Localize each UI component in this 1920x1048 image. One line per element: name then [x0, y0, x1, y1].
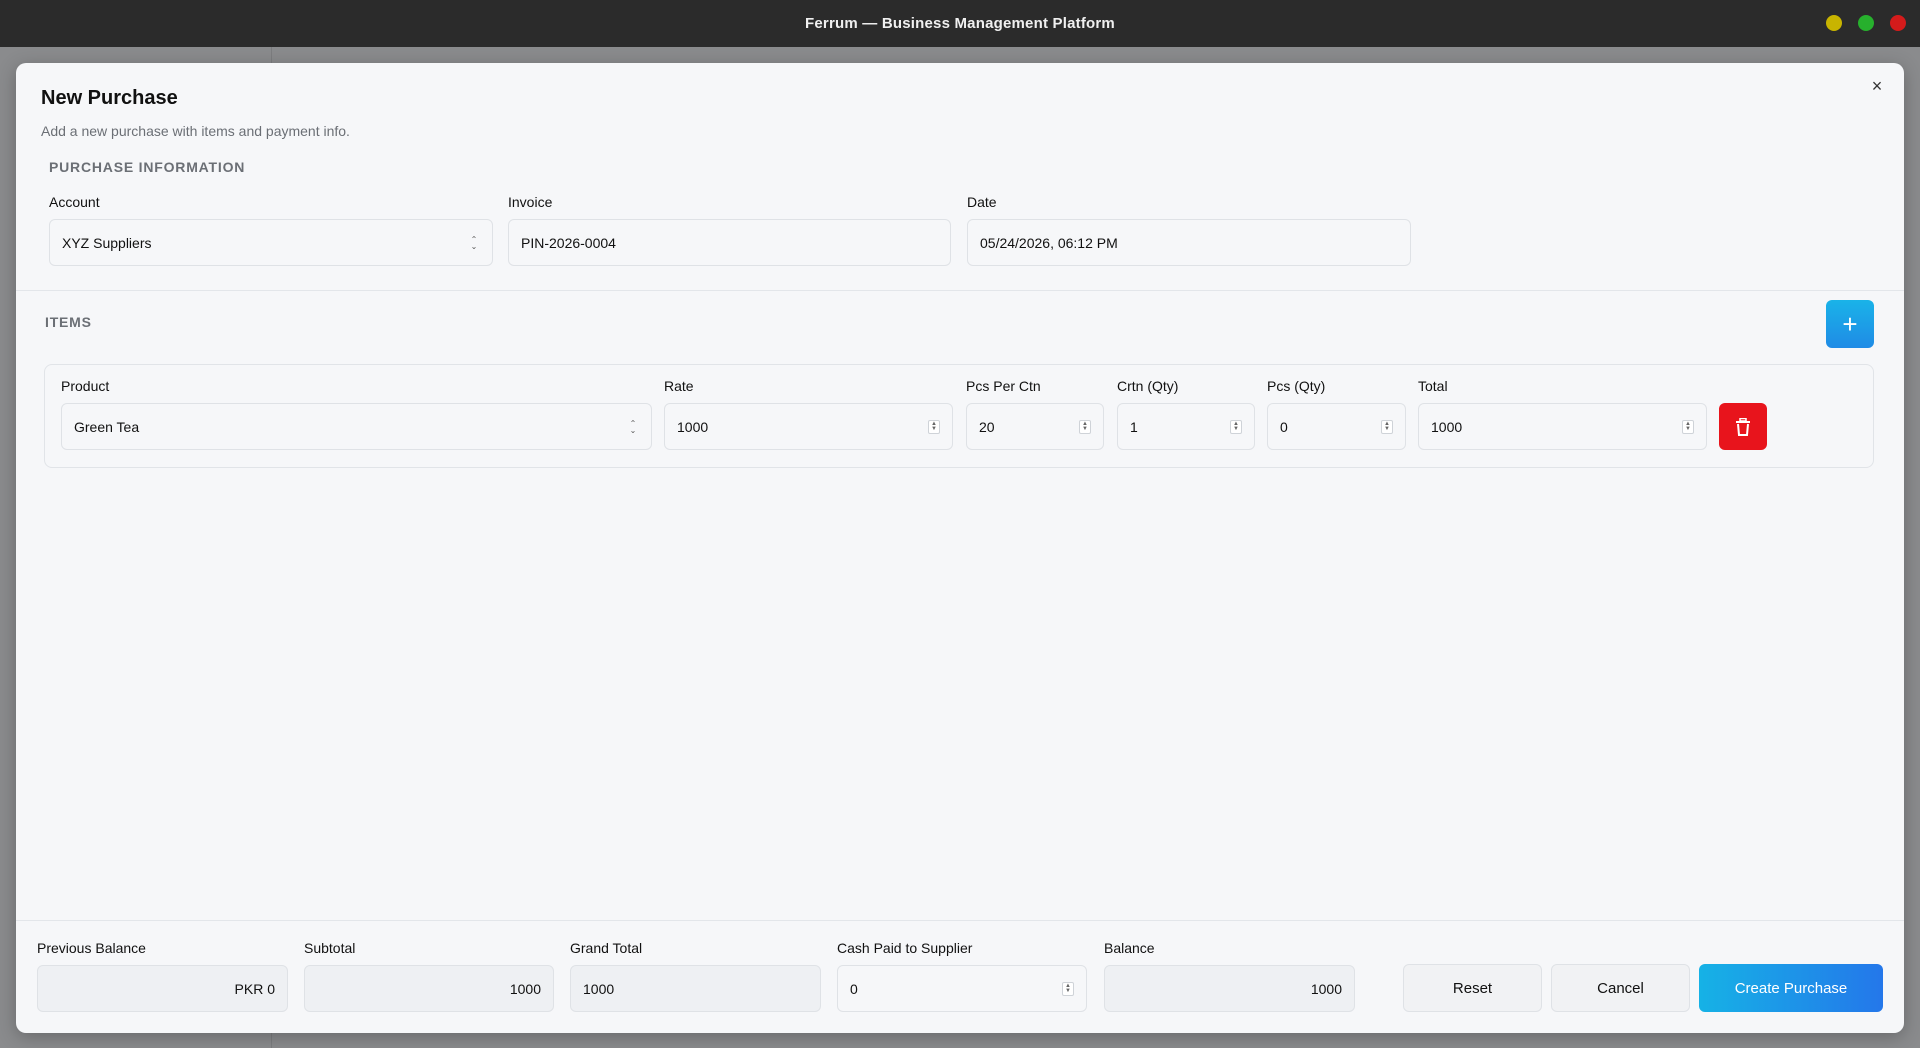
- invoice-label: Invoice: [508, 194, 553, 210]
- grand-total-value: 1000: [583, 980, 615, 997]
- crtn-qty-value: 1: [1130, 418, 1138, 435]
- window-titlebar: Ferrum — Business Management Platform: [0, 0, 1920, 47]
- minimize-button[interactable]: [1826, 15, 1842, 31]
- new-purchase-dialog: × New Purchase Add a new purchase with i…: [16, 63, 1904, 1033]
- crtn-qty-column-label: Crtn (Qty): [1117, 378, 1179, 394]
- pcs-per-ctn-input[interactable]: 20 ▲ ▼: [966, 403, 1104, 450]
- close-window-button[interactable]: [1890, 15, 1906, 31]
- chevron-up-down-icon: ⌃ ⌄: [470, 234, 478, 251]
- footer-divider: [16, 920, 1904, 921]
- number-stepper-icon[interactable]: ▲ ▼: [1079, 419, 1091, 434]
- product-column-label: Product: [61, 378, 110, 394]
- subtotal-value: 1000: [509, 980, 541, 997]
- number-stepper-icon[interactable]: ▲ ▼: [1062, 981, 1074, 996]
- window-title: Ferrum — Business Management Platform: [805, 15, 1115, 32]
- date-input[interactable]: 05/24/2026, 06:12 PM: [967, 219, 1411, 266]
- create-purchase-button[interactable]: Create Purchase: [1699, 964, 1883, 1012]
- rate-input[interactable]: 1000 ▲ ▼: [664, 403, 953, 450]
- pcs-per-ctn-column-label: Pcs Per Ctn: [966, 378, 1041, 394]
- number-stepper-icon[interactable]: ▲ ▼: [1682, 419, 1694, 434]
- previous-balance-field: PKR 0: [37, 965, 288, 1012]
- rate-column-label: Rate: [664, 378, 694, 394]
- account-value: XYZ Suppliers: [62, 234, 152, 251]
- cash-paid-input[interactable]: 0 ▲ ▼: [837, 965, 1087, 1012]
- date-label: Date: [967, 194, 997, 210]
- items-heading: ITEMS: [45, 314, 92, 330]
- pcs-qty-column-label: Pcs (Qty): [1267, 378, 1326, 394]
- previous-balance-value: PKR 0: [234, 980, 275, 997]
- chevron-up-down-icon: ⌃ ⌄: [629, 418, 637, 435]
- number-stepper-icon[interactable]: ▲ ▼: [1381, 419, 1393, 434]
- cash-paid-value: 0: [850, 980, 858, 997]
- account-select[interactable]: XYZ Suppliers ⌃ ⌄: [49, 219, 493, 266]
- total-input[interactable]: 1000 ▲ ▼: [1418, 403, 1707, 450]
- dialog-title: New Purchase: [41, 87, 178, 109]
- close-icon[interactable]: ×: [1866, 75, 1888, 97]
- balance-value: 1000: [1310, 980, 1342, 997]
- invoice-value: PIN-2026-0004: [521, 234, 616, 251]
- previous-balance-label: Previous Balance: [37, 940, 146, 956]
- grand-total-field: 1000: [570, 965, 821, 1012]
- add-item-button[interactable]: +: [1826, 300, 1874, 348]
- pcs-qty-input[interactable]: 0 ▲ ▼: [1267, 403, 1406, 450]
- cash-paid-label: Cash Paid to Supplier: [837, 940, 973, 956]
- balance-field: 1000: [1104, 965, 1355, 1012]
- subtotal-label: Subtotal: [304, 940, 356, 956]
- product-value: Green Tea: [74, 418, 140, 435]
- pcs-per-ctn-value: 20: [979, 418, 995, 435]
- crtn-qty-input[interactable]: 1 ▲ ▼: [1117, 403, 1255, 450]
- date-value: 05/24/2026, 06:12 PM: [980, 234, 1118, 251]
- balance-label: Balance: [1104, 940, 1155, 956]
- trash-icon: [1736, 417, 1750, 436]
- reset-button[interactable]: Reset: [1403, 964, 1542, 1012]
- number-stepper-icon[interactable]: ▲ ▼: [928, 419, 940, 434]
- purchase-information-heading: PURCHASE INFORMATION: [49, 159, 246, 175]
- total-column-label: Total: [1418, 378, 1448, 394]
- maximize-button[interactable]: [1858, 15, 1874, 31]
- cancel-button[interactable]: Cancel: [1551, 964, 1690, 1012]
- grand-total-label: Grand Total: [570, 940, 643, 956]
- delete-item-button[interactable]: [1719, 403, 1767, 450]
- number-stepper-icon[interactable]: ▲ ▼: [1230, 419, 1242, 434]
- account-label: Account: [49, 194, 100, 210]
- dialog-subtitle: Add a new purchase with items and paymen…: [41, 123, 350, 139]
- invoice-input[interactable]: PIN-2026-0004: [508, 219, 951, 266]
- pcs-qty-value: 0: [1280, 418, 1288, 435]
- product-select[interactable]: Green Tea ⌃ ⌄: [61, 403, 652, 450]
- section-divider: [16, 290, 1904, 291]
- plus-icon: +: [1842, 308, 1858, 339]
- rate-value: 1000: [677, 418, 709, 435]
- total-value: 1000: [1431, 418, 1463, 435]
- window-controls: [1826, 15, 1906, 31]
- subtotal-field: 1000: [304, 965, 554, 1012]
